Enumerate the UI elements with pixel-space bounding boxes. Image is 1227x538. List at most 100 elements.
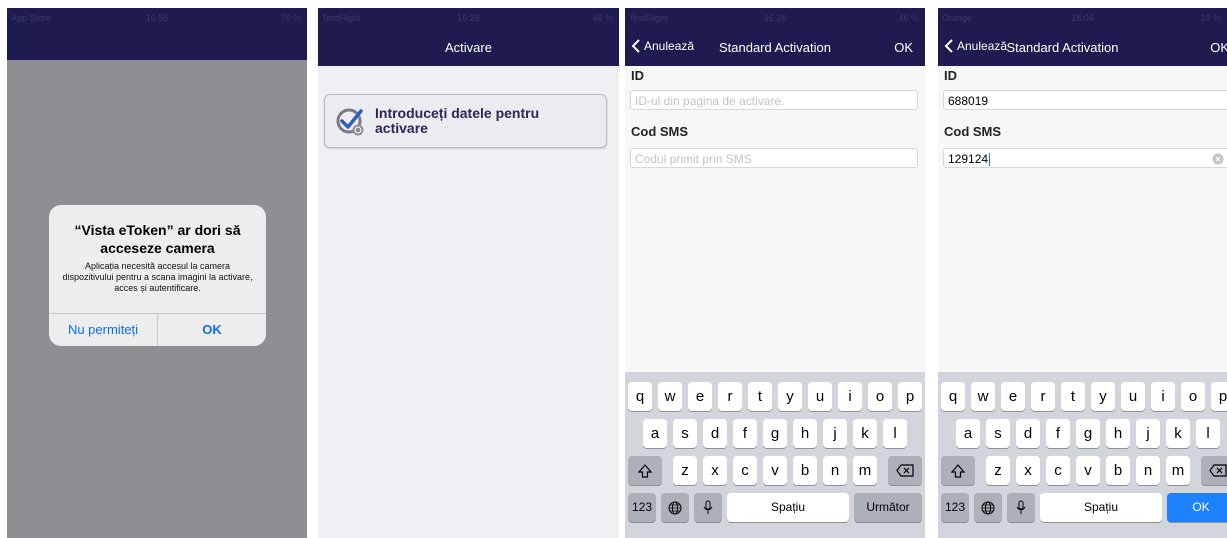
key[interactable]: k (1166, 419, 1190, 448)
text-caret (989, 153, 991, 167)
status-battery: 46 % (592, 13, 613, 23)
key[interactable]: w (971, 382, 995, 411)
key[interactable]: i (1151, 382, 1175, 411)
key[interactable]: t (748, 382, 772, 411)
key[interactable]: c (1046, 456, 1070, 485)
id-input[interactable]: 688019 (943, 90, 1227, 110)
space-key[interactable]: Spațiu (1040, 493, 1162, 522)
key[interactable]: q (628, 382, 652, 411)
key[interactable]: j (823, 419, 847, 448)
status-bar: App Store 16:55 70 % (7, 8, 307, 28)
status-time: 16:26 (763, 13, 787, 23)
key[interactable]: h (1106, 419, 1130, 448)
dictation-key[interactable] (1007, 493, 1035, 522)
shift-icon (950, 463, 966, 478)
id-label: ID (631, 68, 644, 83)
key[interactable]: n (1136, 456, 1160, 485)
status-time: 18:04 (1071, 13, 1094, 23)
key[interactable]: g (763, 419, 787, 448)
key[interactable]: s (986, 419, 1010, 448)
key[interactable]: b (1106, 456, 1130, 485)
key-row-4: 123 Spațiu Următor (625, 493, 925, 522)
key-row-1: q w e r t y u i o p (625, 382, 925, 411)
shift-key[interactable] (628, 456, 662, 485)
shift-key[interactable] (941, 456, 975, 485)
numbers-key[interactable]: 123 (941, 493, 969, 522)
key[interactable]: b (793, 456, 817, 485)
key[interactable]: s (673, 419, 697, 448)
key[interactable]: z (673, 456, 697, 485)
microphone-icon (703, 500, 713, 515)
key[interactable]: w (658, 382, 682, 411)
key[interactable]: a (643, 419, 667, 448)
key[interactable]: r (718, 382, 742, 411)
key[interactable]: c (733, 456, 757, 485)
sms-code-input[interactable]: 129124 (943, 148, 1227, 168)
backspace-key[interactable] (1201, 456, 1227, 485)
deny-button[interactable]: Nu permiteți (49, 314, 157, 346)
key[interactable]: x (703, 456, 727, 485)
key[interactable]: m (853, 456, 877, 485)
status-battery: 46 % (898, 13, 919, 23)
nav-title: Standard Activation (718, 40, 832, 55)
key[interactable]: u (1121, 382, 1145, 411)
key[interactable]: r (1031, 382, 1055, 411)
numbers-key[interactable]: 123 (628, 493, 656, 522)
allow-ok-button[interactable]: OK (157, 314, 266, 346)
nav-bar: Activare (318, 28, 619, 66)
key[interactable]: y (778, 382, 802, 411)
globe-icon (981, 501, 995, 515)
id-input[interactable]: ID-ul din pagina de activare. (630, 90, 918, 110)
screen-standard-activation-empty: TestFlight 16:26 46 % Anulează Standard … (625, 8, 925, 538)
key[interactable]: o (1181, 382, 1205, 411)
dictation-key[interactable] (694, 493, 722, 522)
key[interactable]: f (1046, 419, 1070, 448)
key[interactable]: p (1211, 382, 1227, 411)
microphone-icon (1016, 500, 1026, 515)
screen-activation: TestFlight 16:25 46 % Activare Introduce… (318, 8, 619, 538)
key[interactable]: l (1196, 419, 1220, 448)
key[interactable]: l (883, 419, 907, 448)
key[interactable]: z (986, 456, 1010, 485)
key[interactable]: t (1061, 382, 1085, 411)
key[interactable]: q (941, 382, 965, 411)
ok-button[interactable]: OK (894, 40, 913, 55)
key[interactable]: e (688, 382, 712, 411)
key-row-3: z x c v b n m (625, 456, 925, 485)
permission-alert: “Vista eToken” ar dori să acceseze camer… (49, 205, 266, 346)
key[interactable]: o (868, 382, 892, 411)
ok-button[interactable]: OK (1210, 40, 1227, 55)
key[interactable]: j (1136, 419, 1160, 448)
key-row-1: q w e r t y u i o p (938, 382, 1227, 411)
key[interactable]: u (808, 382, 832, 411)
key[interactable]: d (1016, 419, 1040, 448)
enter-activation-data-button[interactable]: Introduceți datele pentru activare (324, 94, 607, 148)
key[interactable]: n (823, 456, 847, 485)
keyboard: q w e r t y u i o p a s d f g h j k l z (938, 372, 1227, 538)
key[interactable]: p (898, 382, 922, 411)
key[interactable]: h (793, 419, 817, 448)
globe-key[interactable] (661, 493, 689, 522)
key[interactable]: a (956, 419, 980, 448)
key-row-2: a s d f g h j k l (625, 419, 925, 448)
key[interactable]: v (1076, 456, 1100, 485)
key[interactable]: y (1091, 382, 1115, 411)
sms-code-input[interactable]: Codul primit prin SMS (630, 148, 918, 168)
clear-icon[interactable] (1212, 153, 1224, 165)
key[interactable]: x (1016, 456, 1040, 485)
key-row-2: a s d f g h j k l (938, 419, 1227, 448)
key[interactable]: m (1166, 456, 1190, 485)
shift-icon (637, 463, 653, 478)
key[interactable]: d (703, 419, 727, 448)
space-key[interactable]: Spațiu (727, 493, 849, 522)
backspace-key[interactable] (888, 456, 922, 485)
next-key[interactable]: Următor (854, 493, 922, 522)
return-ok-key[interactable]: OK (1167, 493, 1227, 522)
key[interactable]: i (838, 382, 862, 411)
key[interactable]: f (733, 419, 757, 448)
key[interactable]: v (763, 456, 787, 485)
globe-key[interactable] (974, 493, 1002, 522)
key[interactable]: k (853, 419, 877, 448)
key[interactable]: e (1001, 382, 1025, 411)
key[interactable]: g (1076, 419, 1100, 448)
